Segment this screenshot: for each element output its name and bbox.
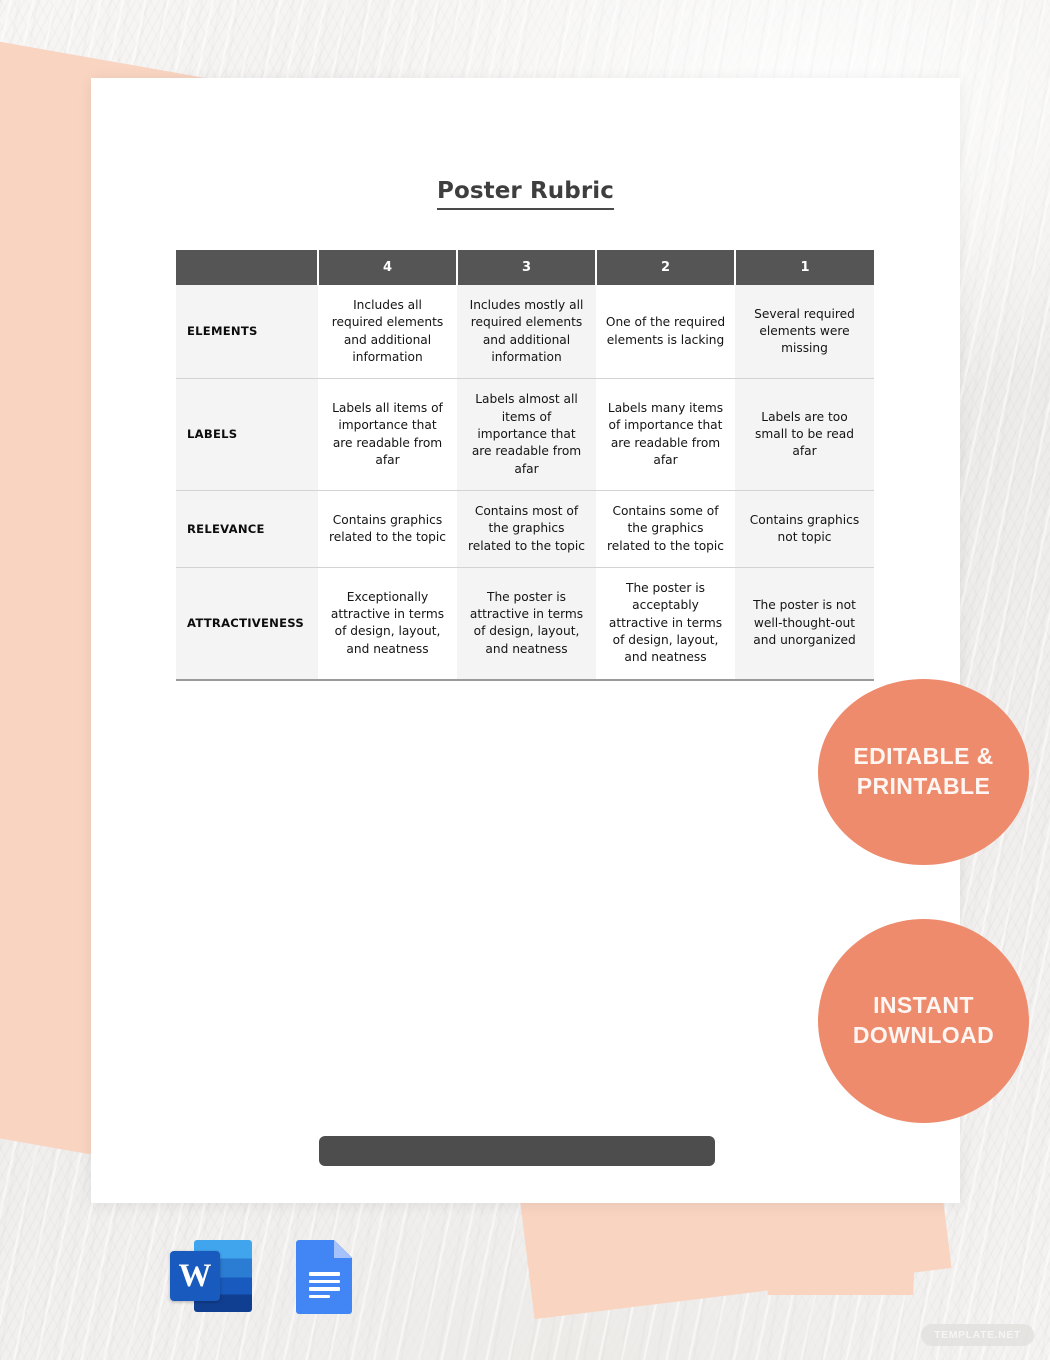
- criterion-elements-level-2: One of the required elements is lacking: [596, 285, 735, 380]
- rubric-table: 4 3 2 1 ELEMENTS Includes all required e…: [176, 250, 874, 681]
- criterion-elements-level-1: Several required elements were missing: [735, 285, 874, 380]
- promo-badge-instant-download: INSTANT DOWNLOAD: [818, 919, 1029, 1123]
- criterion-elements-level-3: Includes mostly all required elements an…: [457, 285, 596, 380]
- criterion-attractiveness-level-4: Exceptionally attractive in terms of des…: [318, 567, 457, 681]
- criterion-label-elements: ELEMENTS: [176, 285, 318, 380]
- column-header-score-2: 2: [596, 250, 736, 285]
- rubric-table-head: 4 3 2 1: [176, 250, 874, 285]
- criterion-label-attractiveness: ATTRACTIVENESS: [176, 567, 318, 681]
- criterion-attractiveness-level-3: The poster is attractive in terms of des…: [457, 567, 596, 681]
- promo-line-1: EDITABLE &: [853, 743, 994, 770]
- table-header-row: 4 3 2 1: [176, 250, 874, 285]
- criterion-relevance-level-2: Contains some of the graphics related to…: [596, 490, 735, 568]
- watermark-badge: TEMPLATE.NET: [921, 1324, 1034, 1346]
- rubric-table-body: ELEMENTS Includes all required elements …: [176, 285, 874, 681]
- table-row: ATTRACTIVENESS Exceptionally attractive …: [176, 567, 874, 681]
- microsoft-word-icon[interactable]: W: [170, 1240, 252, 1312]
- table-corner-header: [176, 250, 319, 285]
- criterion-attractiveness-level-2: The poster is acceptably attractive in t…: [596, 567, 735, 681]
- file-format-icons: W: [170, 1240, 352, 1314]
- criterion-labels-level-1: Labels are too small to be read afar: [735, 378, 874, 491]
- promo-badge-editable-printable: EDITABLE & PRINTABLE: [818, 679, 1029, 865]
- promo-line-2: DOWNLOAD: [852, 1022, 995, 1048]
- page-title: Poster Rubric: [91, 178, 960, 210]
- table-row: RELEVANCE Contains graphics related to t…: [176, 490, 874, 568]
- column-header-score-1: 1: [735, 250, 874, 285]
- table-row: ELEMENTS Includes all required elements …: [176, 285, 874, 380]
- criterion-elements-level-4: Includes all required elements and addit…: [318, 285, 457, 380]
- promo-line-1: INSTANT: [873, 992, 974, 1019]
- google-docs-icon[interactable]: [296, 1240, 352, 1314]
- footer-placeholder-bar: [319, 1136, 715, 1166]
- criterion-relevance-level-4: Contains graphics related to the topic: [318, 490, 457, 568]
- criterion-labels-level-4: Labels all items of importance that are …: [318, 378, 457, 491]
- table-row: LABELS Labels all items of importance th…: [176, 378, 874, 491]
- criterion-label-labels: LABELS: [176, 378, 318, 491]
- word-icon-letter: W: [170, 1251, 220, 1301]
- google-docs-icon-lines: [309, 1272, 340, 1298]
- criterion-relevance-level-3: Contains most of the graphics related to…: [457, 490, 596, 568]
- criterion-relevance-level-1: Contains graphics not topic: [735, 490, 874, 568]
- criterion-label-relevance: RELEVANCE: [176, 490, 318, 568]
- criterion-attractiveness-level-1: The poster is not well-thought-out and u…: [735, 567, 874, 681]
- criterion-labels-level-3: Labels almost all items of importance th…: [457, 378, 596, 491]
- promo-badge-instant-text: INSTANT DOWNLOAD: [853, 991, 994, 1051]
- rubric-table-container: 4 3 2 1 ELEMENTS Includes all required e…: [176, 250, 874, 681]
- criterion-labels-level-2: Labels many items of importance that are…: [596, 378, 735, 491]
- promo-line-2: PRINTABLE: [856, 773, 991, 799]
- column-header-score-3: 3: [457, 250, 597, 285]
- page-title-text: Poster Rubric: [436, 178, 614, 210]
- column-header-score-4: 4: [318, 250, 458, 285]
- promo-badge-editable-text: EDITABLE & PRINTABLE: [853, 742, 993, 802]
